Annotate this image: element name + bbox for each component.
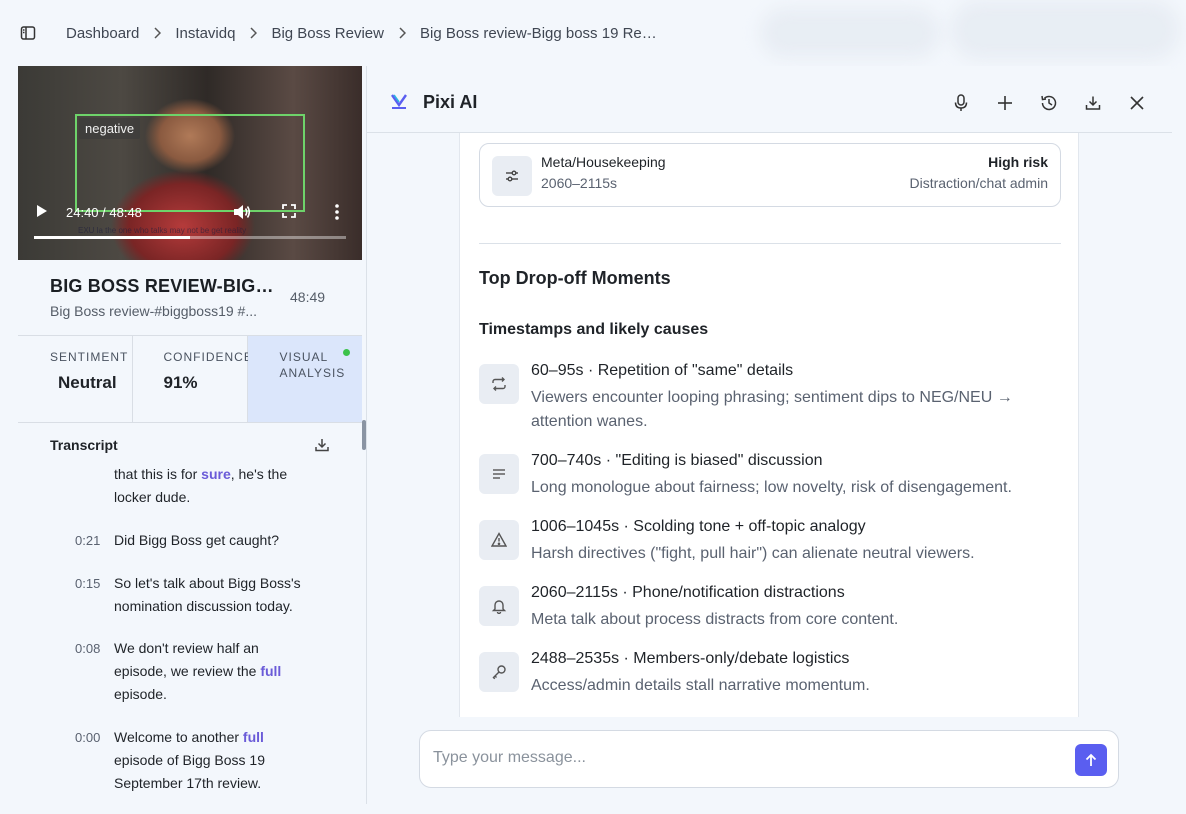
play-icon[interactable] [36, 204, 50, 220]
risk-segment-name: Meta/Housekeeping [541, 154, 666, 170]
section-title: Top Drop-off Moments [479, 268, 671, 288]
microphone-icon[interactable] [951, 93, 971, 113]
history-icon[interactable] [1039, 93, 1059, 113]
arrow-up-icon [1085, 753, 1097, 766]
moment-description: Viewers encounter looping phrasing; sent… [531, 389, 1013, 430]
moment-description: Access/admin details stall narrative mom… [531, 677, 870, 694]
stat-value: Neutral [58, 373, 117, 392]
bell-icon [479, 586, 519, 626]
transcript-text: that this is for sure, he's the locker d… [114, 466, 288, 505]
video-progress-fill [34, 236, 190, 239]
section-divider [479, 243, 1061, 244]
video-player[interactable]: negative EXU la the one who talks may no… [18, 66, 362, 260]
transcript-text: Welcome to another full episode of Bigg … [114, 729, 265, 791]
risk-card: Meta/Housekeeping 2060–2115s High risk D… [479, 143, 1061, 207]
volume-icon[interactable] [233, 204, 251, 225]
video-subtitle: Big Boss review-#biggboss19 #... [50, 303, 257, 319]
warning-icon [479, 520, 519, 560]
chevron-right-icon [249, 27, 258, 39]
transcript-panel: Transcript that this is for sure, he's t… [18, 423, 362, 804]
risk-level-label: High risk [988, 154, 1048, 170]
stat-confidence: CONFIDENCE 91% [133, 336, 253, 422]
top-bar: Dashboard Instavidq Big Boss Review Big … [0, 0, 1186, 66]
download-transcript-icon[interactable] [314, 437, 330, 458]
moment-description: Meta talk about process distracts from c… [531, 611, 899, 628]
chevron-right-icon [153, 27, 162, 39]
transcript-time: 0:00 [75, 730, 101, 745]
stat-label: SENTIMENT [50, 350, 129, 364]
video-progress-bar[interactable] [34, 236, 346, 239]
live-status-dot [343, 349, 350, 356]
moment-title: 60–95s · Repetition of "same" details [531, 362, 794, 379]
video-duration: 48:49 [290, 289, 326, 305]
new-chat-plus-icon[interactable] [995, 93, 1015, 113]
text-lines-icon [479, 454, 519, 494]
stats-row: SENTIMENT Neutral CONFIDENCE 91% VISUAL … [18, 335, 362, 423]
background-blur [950, 0, 1180, 60]
send-button[interactable] [1075, 744, 1107, 776]
transcript-text: So let's talk about Bigg Boss's nominati… [114, 575, 301, 614]
sentiment-overlay-tag: negative [79, 118, 141, 139]
highlighted-word: sure [201, 466, 231, 482]
moment-title: 1006–1045s · Scolding tone + off-topic a… [531, 518, 866, 535]
chevron-right-icon [398, 27, 406, 39]
moment-title: 2060–2115s · Phone/notification distract… [531, 584, 845, 601]
tab-visual-analysis[interactable]: VISUAL ANALYSIS [247, 336, 362, 422]
stat-label: CONFIDENCE [163, 350, 253, 364]
risk-description: Distraction/chat admin [909, 175, 1048, 191]
download-icon[interactable] [1083, 93, 1103, 113]
message-input[interactable] [433, 749, 1053, 767]
stat-sentiment: SENTIMENT Neutral [18, 336, 133, 422]
left-panel: negative EXU la the one who talks may no… [18, 66, 362, 804]
risk-segment-range: 2060–2115s [541, 175, 618, 191]
video-caption: EXU la the one who talks may not be get … [78, 226, 247, 235]
fullscreen-icon[interactable] [282, 204, 296, 223]
pixi-logo-icon [391, 93, 407, 111]
breadcrumb-dashboard[interactable]: Dashboard [66, 25, 139, 42]
assistant-message: Meta/Housekeeping 2060–2115s High risk D… [459, 133, 1079, 717]
moment-title: 700–740s · "Editing is biased" discussio… [531, 452, 823, 469]
transcript-text: We don't review half an episode, we revi… [114, 640, 282, 702]
transcript-time: 0:15 [75, 576, 101, 591]
video-time: 24:40 / 48:48 [66, 205, 142, 220]
stat-label: VISUAL ANALYSIS [279, 350, 346, 380]
more-options-icon[interactable] [334, 204, 340, 225]
moment-title: 2488–2535s · Members-only/debate logisti… [531, 650, 850, 667]
background-blur [760, 8, 940, 58]
section-subtitle: Timestamps and likely causes [479, 321, 709, 338]
message-composer [419, 730, 1119, 788]
repeat-icon [479, 364, 519, 404]
transcript-time: 0:08 [75, 641, 101, 656]
key-icon [479, 652, 519, 692]
pixi-ai-panel: Pixi AI Meta/Housekeeping 2060–2115s Hig… [366, 66, 1172, 804]
breadcrumb-instavidq[interactable]: Instavidq [175, 25, 235, 42]
breadcrumb-big-boss-review[interactable]: Big Boss Review [271, 25, 384, 42]
sliders-icon [492, 156, 532, 196]
breadcrumb-current: Big Boss review-Bigg boss 19 Revi... [419, 24, 660, 42]
chat-title: Pixi AI [423, 92, 478, 112]
video-title: BIG BOSS REVIEW-BIGG... [50, 276, 280, 296]
close-icon[interactable] [1127, 93, 1147, 113]
transcript-time: 0:21 [75, 533, 101, 548]
sidebar-toggle-icon[interactable] [18, 23, 38, 43]
transcript-text: Did Bigg Boss get caught? [114, 532, 279, 548]
moment-description: Harsh directives ("fight, pull hair") ca… [531, 545, 975, 562]
highlighted-word: full [260, 663, 282, 679]
breadcrumb: Dashboard Instavidq Big Boss Review Big … [66, 25, 660, 42]
chat-header: Pixi AI [367, 66, 1172, 133]
highlighted-word: full [242, 729, 264, 745]
transcript-heading: Transcript [50, 437, 118, 453]
moment-description: Long monologue about fairness; low novel… [531, 479, 1012, 496]
stat-value: 91% [163, 373, 198, 392]
